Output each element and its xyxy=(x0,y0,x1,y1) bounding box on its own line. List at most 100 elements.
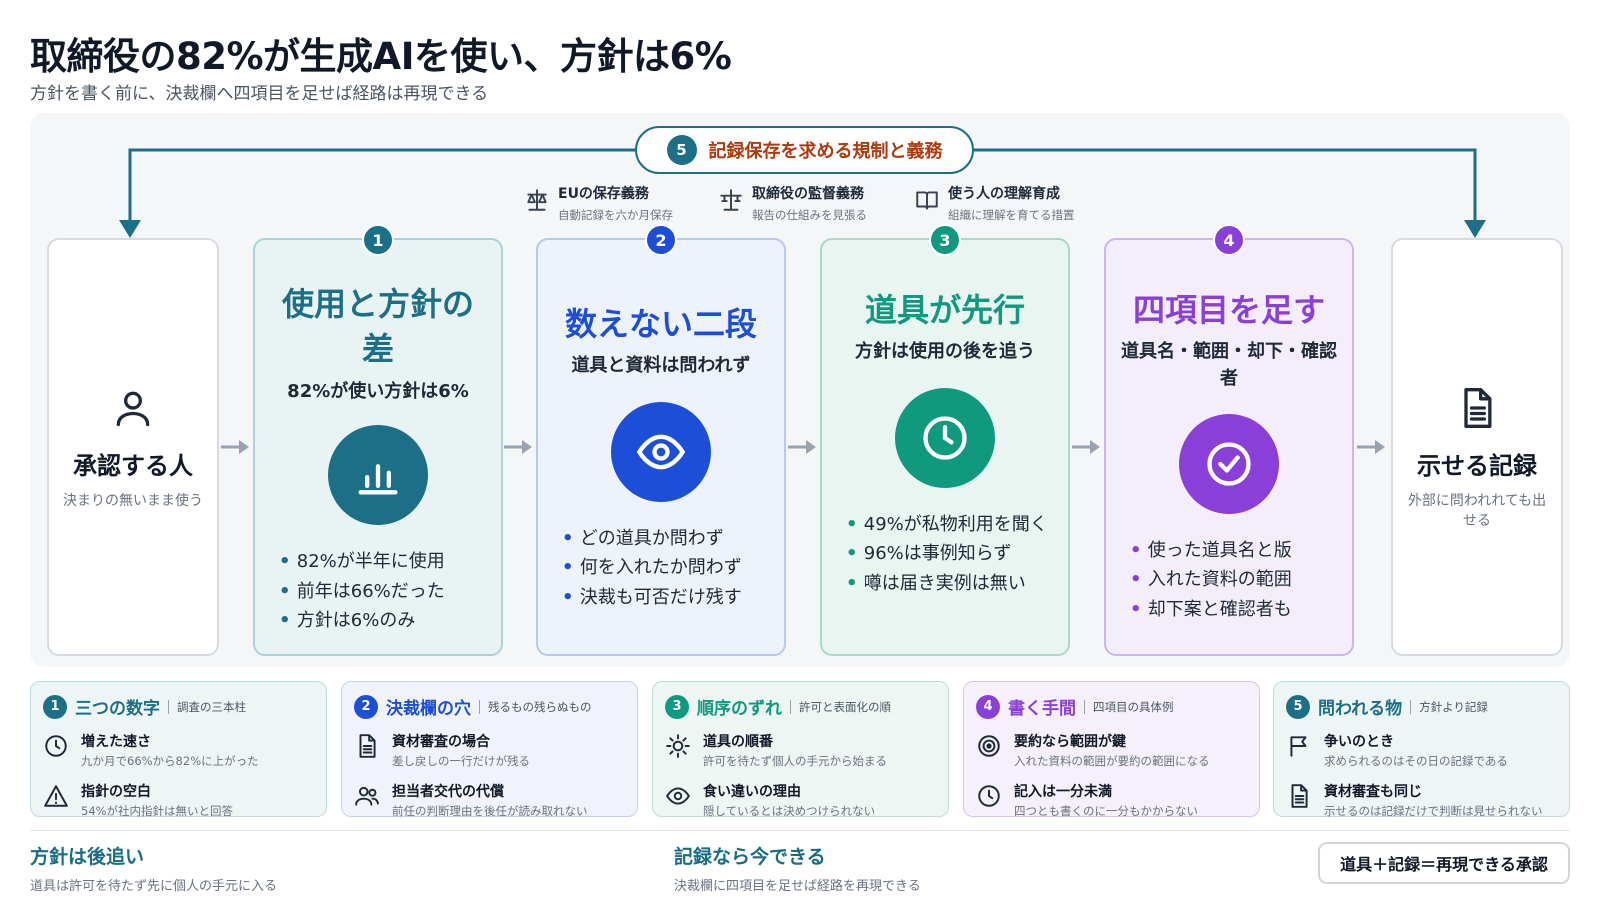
detail-row: 記入は一分未満四つとも書くのに一分もかからない xyxy=(976,781,1247,819)
detail-card-2: 2 決裁欄の穴 残るもの残らぬもの 資材審査の場合 差し戻しの一行だけが残る 担当者交… xyxy=(341,681,638,819)
detail-row: 増えた速さ 九か月で66%から82%に上がった xyxy=(43,731,314,769)
detail-title: 書く手間 xyxy=(1008,699,1076,719)
detail-row-title: 担当者交代の代償 xyxy=(392,784,504,800)
step-title: 道具が先行 xyxy=(864,291,1025,329)
detail-title: 三つの数字 xyxy=(75,699,160,719)
detail-number-badge: 3 xyxy=(665,694,689,719)
detail-row-title: 要約なら範囲が鍵 xyxy=(1014,734,1126,750)
equation-box: 道具＋記録＝再現できる承認 xyxy=(1318,842,1570,884)
end-node: 示せる記録 外部に問われれても出せる xyxy=(1391,238,1563,656)
start-node: 承認する人 決まりの無いまま使う xyxy=(47,238,219,656)
detail-number-badge: 1 xyxy=(43,694,67,719)
step-bullets: • 49%が私物利用を聞く • 96%は事例知らず • 噂は届き実例は無い xyxy=(836,510,1054,599)
obligation-sub: 組織に理解を育てる措置 xyxy=(948,208,1075,222)
obligation-eu: EUの保存義務自動記録を六か月保存 xyxy=(524,183,673,223)
eye-icon xyxy=(636,434,686,469)
step-subtitle: 道具と資料は問われず xyxy=(571,355,751,377)
detail-row: 指針の空白 54%が社内指針は無いと回答 xyxy=(43,781,314,819)
footer-divider xyxy=(30,830,1570,831)
detail-row-sub: 九か月で66%から82%に上がった xyxy=(81,754,259,768)
step-icon-circle xyxy=(611,401,711,502)
detail-card-1: 1 三つの数字 調査の三本柱 増えた速さ 九か月で66%から82%に上がった 指針の空… xyxy=(30,681,327,819)
detail-card-3: 3 順序のずれ 許可と表面化の順 道具の順番 許可を待たず個人の手元から始まる 食い違… xyxy=(652,681,949,819)
detail-title: 順序のずれ xyxy=(697,699,782,719)
obligation-literacy: 使う人の理解育成組織に理解を育てる措置 xyxy=(914,183,1075,223)
obligation-title: 取締役の監督義務 xyxy=(752,186,864,202)
detail-number-badge: 5 xyxy=(1286,694,1310,719)
flow-arrow xyxy=(504,440,532,454)
detail-row-title: 記入は一分未満 xyxy=(1014,784,1112,800)
flow-arrow xyxy=(788,440,816,454)
step-number-badge: 3 xyxy=(929,224,961,256)
step-number-badge: 4 xyxy=(1213,224,1245,256)
detail-row-sub: 54%が社内指針は無いと回答 xyxy=(81,804,234,818)
detail-row-title: 指針の空白 xyxy=(81,784,151,800)
detail-row-title: 食い違いの理由 xyxy=(703,784,801,800)
bullet-item: • 方針は6%のみ xyxy=(279,610,416,632)
obligation-title: EUの保存義務 xyxy=(558,186,649,202)
page-subtitle: 方針を書く前に、決裁欄へ四項目を足せば経路は再現できる xyxy=(30,84,489,104)
step-icon-circle xyxy=(328,424,428,525)
detail-row-title: 資材審査も同じ xyxy=(1324,784,1422,800)
end-node-title: 示せる記録 xyxy=(1417,452,1537,480)
bullet-item: • 却下案と確認者も xyxy=(1130,599,1292,620)
bullet-item: • 使った道具名と版 xyxy=(1130,539,1292,561)
check-circle-icon xyxy=(1207,441,1251,486)
detail-card-5: 5 問われる物 方針より記録 争いのとき 求められるのはその日の記録である 資材審査も… xyxy=(1273,681,1570,819)
detail-tag: 調査の三本柱 xyxy=(177,699,246,714)
detail-row-title: 道具の順番 xyxy=(703,734,773,750)
scales-icon xyxy=(527,189,547,211)
obligation-board: 取締役の監督義務 報告の仕組みを見張る xyxy=(718,183,867,223)
step-number-badge: 1 xyxy=(362,224,394,256)
detail-row: 資材審査も同じ示せるのは記録だけで判断は見せられない xyxy=(1286,781,1557,819)
flow-arrow xyxy=(221,440,249,454)
bullet-item: • 82%が半年に使用 xyxy=(279,550,445,572)
detail-row-sub: 四つとも書くのに一分もかからない xyxy=(1014,804,1198,818)
bullet-item: • 決裁も可否だけ残す xyxy=(562,586,742,608)
step-icon-circle xyxy=(895,387,995,488)
bar-chart-icon xyxy=(358,464,398,495)
detail-row: 資材審査の場合 差し戻しの一行だけが残る xyxy=(354,731,625,769)
start-node-title: 承認する人 xyxy=(73,452,193,480)
step-title: 数えない二段 xyxy=(564,305,757,343)
detail-tag: 四項目の具体例 xyxy=(1093,699,1174,714)
detail-row-sub: 示せるのは記録だけで判断は見せられない xyxy=(1324,804,1543,818)
step-bullets: • 82%が半年に使用 • 前年は66%だった • 方針は6%のみ xyxy=(269,547,487,636)
bullet-item: • どの道具か問わず xyxy=(562,527,724,549)
detail-row-title: 争いのとき xyxy=(1324,734,1394,750)
warning-icon xyxy=(44,785,68,807)
loop-label: 記録保存を求める規制と義務 xyxy=(708,141,943,162)
detail-row-title: 資材審査の場合 xyxy=(392,734,490,750)
document-icon xyxy=(1291,784,1308,808)
step-title: 使用と方針の差 xyxy=(281,285,474,369)
step-subtitle: 方針は使用の後を追う xyxy=(855,341,1035,363)
person-icon xyxy=(116,391,150,427)
detail-row: 争いのとき求められるのはその日の記録である xyxy=(1286,731,1557,769)
step-subtitle: 道具名・範囲・却下・確認者 xyxy=(1121,341,1337,389)
footer-mid-sub: 決裁欄に四項目を足せば経路を再現できる xyxy=(674,879,921,894)
obligation-sub: 自動記録を六か月保存 xyxy=(558,208,673,222)
bullet-item: • 49%が私物利用を聞く xyxy=(846,513,1048,535)
step-number-badge: 2 xyxy=(645,224,677,256)
step-card-2: 2 数えない二段 道具と資料は問われず • どの道具か問わず • 何を入れたか問… xyxy=(536,224,786,656)
detail-row: 食い違いの理由 隠しているとは決めつけられない xyxy=(665,781,936,819)
bullet-item: • 噂は届き実例は無い xyxy=(846,572,1026,594)
clock-icon xyxy=(923,415,967,460)
document-icon xyxy=(359,734,376,758)
regulation-loop-pill: 5 記録保存を求める規制と義務 xyxy=(635,126,974,174)
detail-row-sub: 許可を待たず個人の手元から始まる xyxy=(703,754,887,768)
sun-icon xyxy=(666,734,690,758)
obligation-sub: 報告の仕組みを見張る xyxy=(752,208,867,222)
detail-row: 担当者交代の代償 前任の判断理由を後任が読み取れない xyxy=(354,781,625,819)
document-icon xyxy=(1464,388,1492,428)
footer-left: 方針は後追い 道具は許可を待たず先に個人の手元に入る xyxy=(30,842,277,894)
footer-mid-title: 記録なら今できる xyxy=(674,846,826,868)
detail-title: 決裁欄の穴 xyxy=(386,699,471,719)
clock-icon xyxy=(978,785,1000,807)
start-node-sub: 決まりの無いまま使う xyxy=(63,493,203,509)
flag-icon xyxy=(1290,736,1307,757)
obligation-title: 使う人の理解育成 xyxy=(948,186,1060,202)
flow-arrow xyxy=(1072,440,1100,454)
detail-row-sub: 求められるのはその日の記録である xyxy=(1324,754,1508,768)
detail-row: 道具の順番許可を待たず個人の手元から始まる xyxy=(665,731,936,769)
